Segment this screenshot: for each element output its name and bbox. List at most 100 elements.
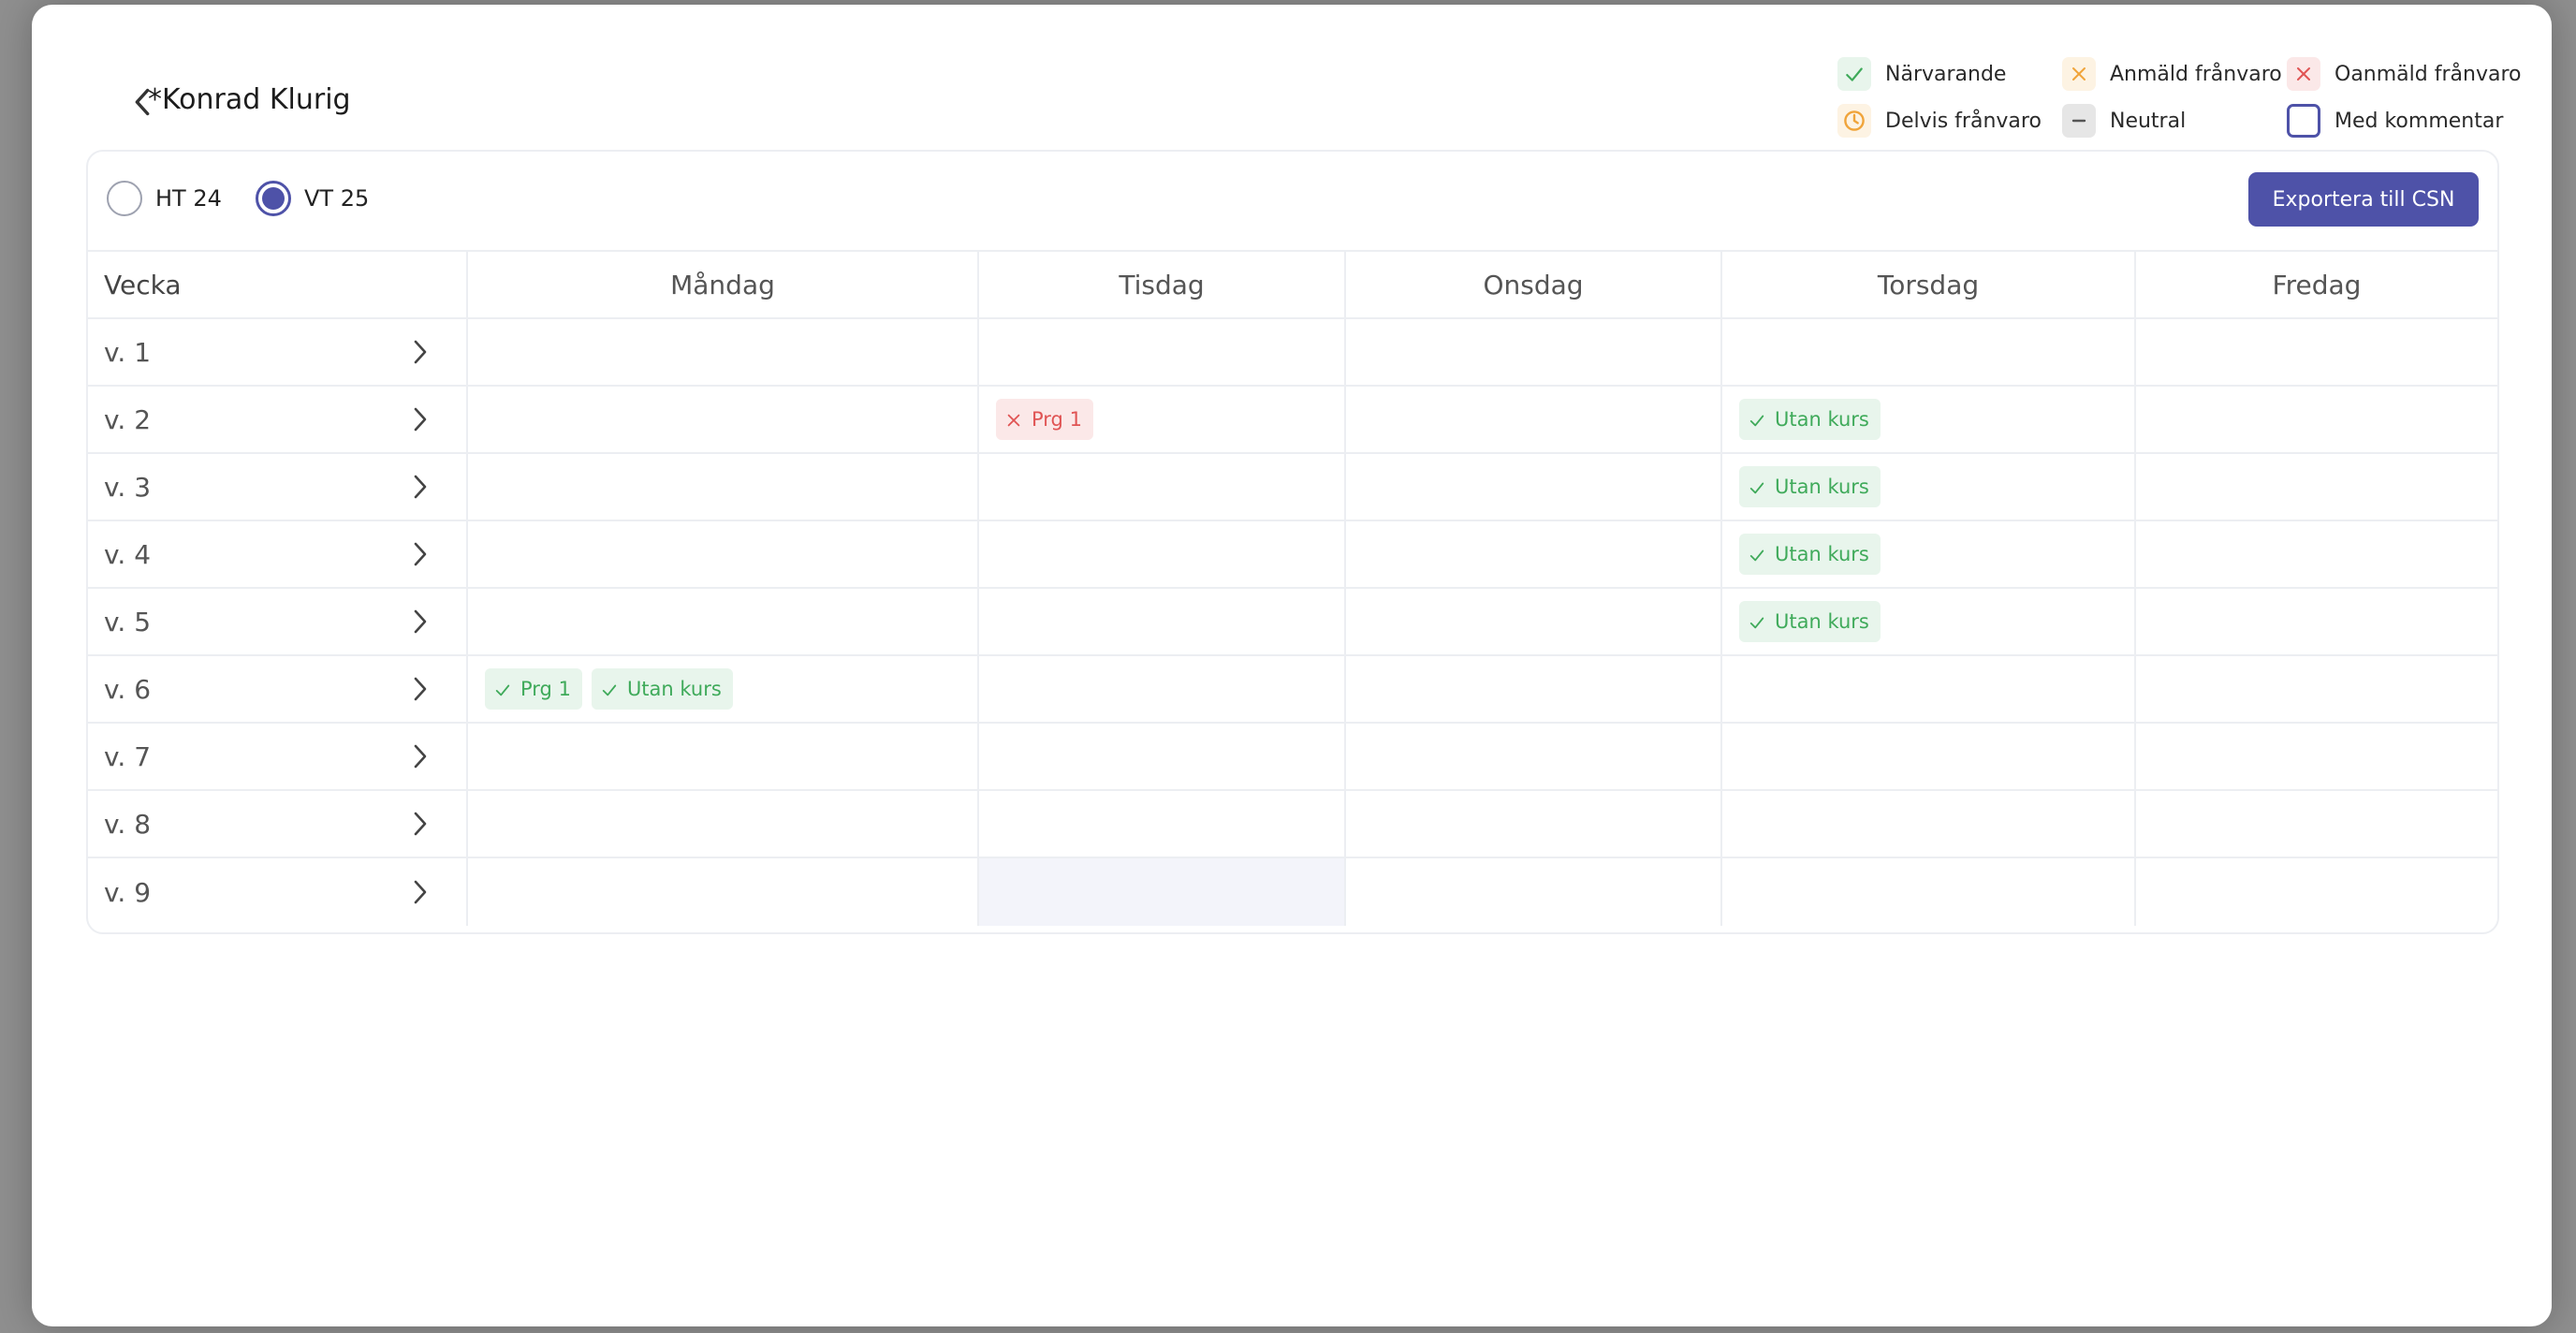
day-cell[interactable]: [2136, 858, 2497, 926]
day-cell[interactable]: [2136, 319, 2497, 385]
check-icon: [1749, 613, 1765, 630]
tag-label: Utan kurs: [1775, 543, 1869, 565]
attendance-tag[interactable]: Utan kurs: [1739, 466, 1881, 507]
week-cell: v. 1: [88, 319, 468, 385]
table-row: v. 6 Prg 1 Utan kurs: [88, 656, 2497, 724]
day-cell[interactable]: [979, 858, 1346, 926]
attendance-card: HT 24 VT 25 Exportera till CSN Vecka Månd…: [86, 150, 2499, 934]
legend-item-reported: Anmäld frånvaro: [2062, 55, 2282, 93]
chevron-right-icon[interactable]: [406, 675, 434, 703]
day-cell[interactable]: [2136, 387, 2497, 452]
legend-item-unreported: Oanmäld frånvaro: [2287, 55, 2521, 93]
day-cell[interactable]: [979, 589, 1346, 654]
outlined-box-icon: [2287, 104, 2320, 138]
day-cell[interactable]: Prg 1: [979, 387, 1346, 452]
day-cell[interactable]: [2136, 454, 2497, 520]
day-cell[interactable]: [1722, 791, 2136, 857]
term-radio-vt25[interactable]: VT 25: [256, 181, 369, 216]
term-radio-ht24[interactable]: HT 24: [107, 181, 222, 216]
day-cell[interactable]: [468, 387, 979, 452]
radio-label: VT 25: [304, 185, 370, 212]
attendance-table: Vecka Måndag Tisdag Onsdag Torsdag Fredag v. 1…: [88, 252, 2497, 926]
day-cell[interactable]: [468, 589, 979, 654]
attendance-modal: *Konrad Klurig Närvarande Anmäld frånvaro…: [32, 5, 2552, 1326]
day-cell[interactable]: [1722, 656, 2136, 722]
day-cell[interactable]: [1722, 724, 2136, 789]
week-cell: v. 9: [88, 858, 468, 926]
week-cell: v. 7: [88, 724, 468, 789]
table-row: v. 5 Utan kurs: [88, 589, 2497, 656]
day-cell[interactable]: [468, 724, 979, 789]
chevron-right-icon[interactable]: [406, 540, 434, 568]
day-cell[interactable]: [2136, 521, 2497, 587]
legend-item-comment: Med kommentar: [2287, 102, 2503, 139]
check-icon: [1749, 411, 1765, 428]
legend-label: Delvis frånvaro: [1885, 109, 2042, 133]
week-label: v. 3: [104, 471, 152, 503]
day-cell[interactable]: [2136, 656, 2497, 722]
day-cell[interactable]: [1346, 387, 1722, 452]
day-cell[interactable]: [468, 454, 979, 520]
day-cell[interactable]: [979, 724, 1346, 789]
day-cell[interactable]: [1346, 791, 1722, 857]
day-cell[interactable]: [979, 319, 1346, 385]
week-label: v. 7: [104, 740, 152, 772]
day-cell[interactable]: [1346, 858, 1722, 926]
export-csn-button[interactable]: Exportera till CSN: [2248, 172, 2479, 227]
legend-label: Oanmäld frånvaro: [2334, 62, 2522, 86]
legend: Närvarande Anmäld frånvaro Oanmäld frånvar…: [1837, 55, 2521, 149]
chevron-right-icon[interactable]: [406, 405, 434, 433]
day-cell[interactable]: [468, 521, 979, 587]
attendance-tag[interactable]: Utan kurs: [1739, 601, 1881, 642]
week-cell: v. 6: [88, 656, 468, 722]
legend-item-neutral: Neutral: [2062, 102, 2186, 139]
day-cell[interactable]: [468, 319, 979, 385]
day-cell[interactable]: [2136, 791, 2497, 857]
day-cell[interactable]: [468, 858, 979, 926]
table-row: v. 8: [88, 791, 2497, 858]
week-label: v. 8: [104, 808, 152, 840]
day-cell[interactable]: [1346, 656, 1722, 722]
tag-label: Utan kurs: [1775, 610, 1869, 633]
table-row: v. 4 Utan kurs: [88, 521, 2497, 589]
day-cell[interactable]: [2136, 589, 2497, 654]
tag-label: Utan kurs: [626, 678, 722, 700]
day-cell[interactable]: [1346, 319, 1722, 385]
chevron-right-icon[interactable]: [406, 810, 434, 838]
week-label: v. 6: [104, 673, 152, 705]
attendance-tag[interactable]: Prg 1: [485, 668, 582, 710]
day-cell[interactable]: [468, 791, 979, 857]
day-cell[interactable]: [1346, 454, 1722, 520]
chevron-right-icon[interactable]: [406, 878, 434, 906]
tag-label: Prg 1: [1032, 408, 1082, 431]
day-cell[interactable]: [979, 656, 1346, 722]
day-cell[interactable]: [979, 521, 1346, 587]
attendance-tag[interactable]: Prg 1: [996, 399, 1093, 440]
chevron-right-icon[interactable]: [406, 608, 434, 636]
day-cell[interactable]: [1722, 319, 2136, 385]
day-cell[interactable]: [1346, 589, 1722, 654]
chevron-right-icon[interactable]: [406, 742, 434, 770]
chevron-right-icon[interactable]: [406, 338, 434, 366]
cross-icon: [2287, 57, 2320, 91]
week-cell: v. 5: [88, 589, 468, 654]
day-cell[interactable]: [1346, 521, 1722, 587]
day-cell[interactable]: [979, 454, 1346, 520]
attendance-tag[interactable]: Utan kurs: [1739, 399, 1881, 440]
column-header: Tisdag: [979, 252, 1346, 317]
day-cell[interactable]: Utan kurs: [1722, 454, 2136, 520]
day-cell[interactable]: [1346, 724, 1722, 789]
day-cell[interactable]: [979, 791, 1346, 857]
day-cell[interactable]: [1722, 858, 2136, 926]
week-label: v. 2: [104, 403, 152, 435]
chevron-right-icon[interactable]: [406, 473, 434, 501]
student-name: *Konrad Klurig: [148, 83, 351, 116]
day-cell[interactable]: [2136, 724, 2497, 789]
attendance-tag[interactable]: Utan kurs: [591, 668, 733, 710]
day-cell[interactable]: Utan kurs: [1722, 589, 2136, 654]
day-cell[interactable]: Utan kurs: [1722, 387, 2136, 452]
attendance-tag[interactable]: Utan kurs: [1739, 534, 1881, 575]
day-cell[interactable]: Utan kurs: [1722, 521, 2136, 587]
day-cell[interactable]: Prg 1 Utan kurs: [468, 656, 979, 722]
legend-item-present: Närvarande: [1837, 55, 2006, 93]
